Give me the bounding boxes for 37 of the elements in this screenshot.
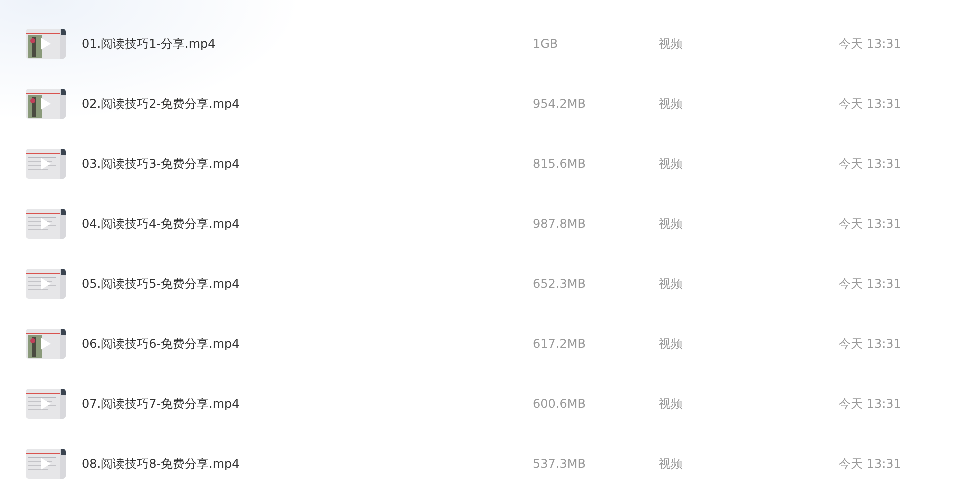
play-icon bbox=[41, 158, 51, 170]
file-name[interactable]: 03.阅读技巧3-免费分享.mp4 bbox=[82, 156, 533, 172]
modified-time: 今天 13:31 bbox=[839, 216, 902, 232]
modified-time: 今天 13:31 bbox=[839, 396, 902, 412]
file-name[interactable]: 05.阅读技巧5-免费分享.mp4 bbox=[82, 276, 533, 292]
file-type: 视频 bbox=[659, 276, 684, 292]
file-type: 视频 bbox=[659, 96, 684, 112]
modified-time: 今天 13:31 bbox=[839, 36, 902, 52]
modified-time: 今天 13:31 bbox=[839, 96, 902, 112]
modified-time: 今天 13:31 bbox=[839, 456, 902, 472]
file-name[interactable]: 01.阅读技巧1-分享.mp4 bbox=[82, 36, 533, 52]
play-icon bbox=[41, 218, 51, 230]
file-type: 视频 bbox=[659, 156, 684, 172]
play-icon bbox=[41, 398, 51, 410]
file-type: 视频 bbox=[659, 456, 684, 472]
file-size: 815.6MB bbox=[533, 157, 587, 171]
file-size: 987.8MB bbox=[533, 217, 587, 231]
play-icon bbox=[41, 278, 51, 290]
file-name[interactable]: 04.阅读技巧4-免费分享.mp4 bbox=[82, 216, 533, 232]
file-type: 视频 bbox=[659, 396, 684, 412]
file-size: 1GB bbox=[533, 37, 560, 51]
play-icon bbox=[41, 458, 51, 470]
file-name[interactable]: 02.阅读技巧2-免费分享.mp4 bbox=[82, 96, 533, 112]
file-size: 617.2MB bbox=[533, 337, 587, 351]
file-size: 600.6MB bbox=[533, 397, 587, 411]
file-type: 视频 bbox=[659, 216, 684, 232]
modified-time: 今天 13:31 bbox=[839, 336, 902, 352]
file-name[interactable]: 08.阅读技巧8-免费分享.mp4 bbox=[82, 456, 533, 472]
file-name[interactable]: 07.阅读技巧7-免费分享.mp4 bbox=[82, 396, 533, 412]
file-size: 954.2MB bbox=[533, 97, 587, 111]
file-type: 视频 bbox=[659, 36, 684, 52]
file-type: 视频 bbox=[659, 336, 684, 352]
file-name[interactable]: 06.阅读技巧6-免费分享.mp4 bbox=[82, 336, 533, 352]
file-size: 537.3MB bbox=[533, 457, 587, 471]
modified-time: 今天 13:31 bbox=[839, 156, 902, 172]
modified-time: 今天 13:31 bbox=[839, 276, 902, 292]
file-size: 652.3MB bbox=[533, 277, 587, 291]
